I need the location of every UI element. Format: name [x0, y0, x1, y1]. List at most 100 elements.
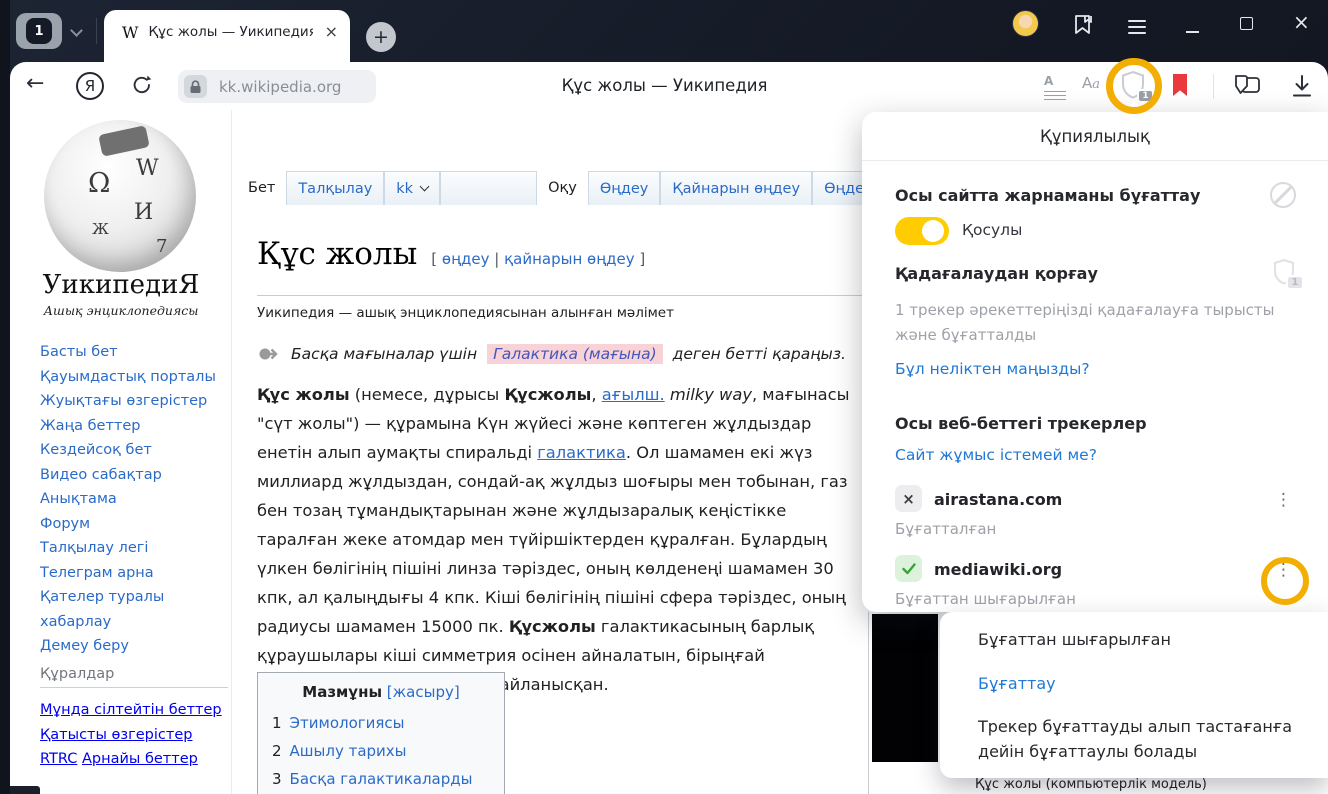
- tools-link-special-pages[interactable]: Арнайы беттер: [82, 751, 198, 767]
- tab-read[interactable]: Оқу: [537, 171, 588, 205]
- article-title: Құс жолы: [257, 236, 417, 272]
- toc-link[interactable]: Басқа галактикаларды ашу: [290, 765, 490, 794]
- sidebar-link-help[interactable]: Анықтама: [40, 487, 226, 512]
- chevron-down-icon: [420, 182, 430, 192]
- lock-icon[interactable]: [184, 75, 207, 98]
- tab-history-truncated[interactable]: Өңдел: [812, 171, 866, 205]
- hatnote-link-highlighted[interactable]: Галактика (мағына): [487, 344, 663, 364]
- tracker-menu-icon[interactable]: ⋮: [1275, 492, 1292, 509]
- tracker-domain: airastana.com: [934, 490, 1062, 509]
- tab-title: Құс жолы — Уикипедия: [148, 24, 313, 40]
- separator: |: [489, 250, 504, 268]
- bracket: ]: [635, 250, 646, 268]
- adblock-heading: Осы сайтта жарнаманы бұғаттау: [895, 186, 1200, 205]
- why-important-link[interactable]: Бұл неліктен маңызды?: [895, 360, 1090, 378]
- browser-tab-active[interactable]: W Құс жолы — Уикипедия ×: [104, 10, 350, 62]
- tab-talk[interactable]: Талқылау: [286, 171, 384, 205]
- globe-glyph: W: [136, 156, 159, 181]
- tracking-description: 1 трекер әрекеттеріңізді қадағалауға тыр…: [895, 298, 1303, 348]
- toc-item: 3 Басқа галактикаларды ашу: [272, 765, 490, 794]
- tracking-shield-icon: 1: [1272, 258, 1298, 288]
- tracking-heading: Қадағалаудан қорғау: [895, 264, 1098, 283]
- sidebar-link-video-lessons[interactable]: Видео сабақтар: [40, 463, 226, 488]
- edit-source-link[interactable]: қайнарын өңдеу: [504, 250, 635, 268]
- article-paragraph: Құс жолы (немесе, дұрысы Құсжолы, ағылш.…: [257, 380, 863, 699]
- toc-link[interactable]: Ашылу тарихы: [290, 737, 407, 765]
- tab-list-chevron-icon[interactable]: [70, 24, 83, 37]
- bookmarks-panel-icon[interactable]: [1072, 13, 1094, 37]
- tab-language-label: kk: [396, 181, 413, 197]
- infobox-border: [868, 612, 869, 794]
- panel-divider: [862, 160, 1328, 161]
- panel-title: Құпиялылық: [862, 127, 1328, 146]
- milky-way-image[interactable]: [872, 614, 938, 762]
- tools-link-rtrc[interactable]: RTRC: [40, 751, 77, 767]
- wikipedia-wordmark: УикипедиЯ: [10, 270, 232, 300]
- tab-close-icon[interactable]: ×: [325, 24, 338, 40]
- sidebar-link-discussion-feed[interactable]: Талқылау легі: [40, 536, 226, 561]
- new-tab-button[interactable]: +: [366, 22, 396, 52]
- sidebar-link-new-pages[interactable]: Жаңа беттер: [40, 414, 226, 439]
- address-bar[interactable]: kk.wikipedia.org: [178, 70, 376, 103]
- reload-button[interactable]: [130, 73, 154, 97]
- sidebar-link-main[interactable]: Басты бет: [40, 340, 226, 365]
- tab-language-selector[interactable]: kk: [384, 171, 440, 205]
- tab-edit[interactable]: Өңдеу: [588, 171, 661, 205]
- site-not-working-link[interactable]: Сайт жұмыс істемей ме?: [895, 446, 1097, 464]
- tab-page[interactable]: Бет: [237, 171, 286, 205]
- window-minimize-button[interactable]: [1186, 31, 1199, 33]
- window-close-button[interactable]: ×: [1293, 10, 1310, 34]
- toc-number: 3: [272, 765, 282, 794]
- sidebar-link-telegram[interactable]: Телеграм арна: [40, 561, 226, 586]
- edit-link[interactable]: өңдеу: [442, 250, 490, 268]
- bold-term: Құс жолы: [257, 385, 350, 404]
- sidebar-link-report-errors[interactable]: Қателер туралы хабарлау: [40, 585, 226, 634]
- hatnote: Басқа мағыналар үшін Галактика (мағына) …: [259, 344, 846, 364]
- tracker-context-menu: Бұғаттан шығарылған Бұғаттау Трекер бұға…: [940, 612, 1328, 778]
- back-button[interactable]: ←: [26, 71, 44, 96]
- tools-link-whatlinkshere[interactable]: Мұнда сілтейтін беттер: [40, 702, 222, 718]
- translate-b-glyph: a: [1092, 77, 1100, 92]
- tab-counter-button[interactable]: 1: [16, 13, 62, 49]
- tab-edit-source[interactable]: Қайнарын өңдеу: [660, 171, 812, 205]
- wiki-tools-nav: Мұнда сілтейтін беттер Қатысты өзгерісте…: [40, 698, 228, 772]
- sidebar-link-donate[interactable]: Демеу беру: [40, 634, 226, 659]
- bookmark-page-icon[interactable]: [1170, 72, 1190, 98]
- toc-hide-link[interactable]: [жасыру]: [387, 683, 460, 701]
- reader-mode-icon[interactable]: A: [1044, 74, 1066, 103]
- browser-menu-icon[interactable]: [1128, 16, 1146, 38]
- status-bubble-stub: [10, 786, 40, 794]
- toc-header: Мазмұны [жасыру]: [272, 683, 490, 701]
- table-of-contents: Мазмұны [жасыру] 1Этимологиясы 2Ашылу та…: [257, 672, 505, 794]
- toolbar-divider: [1213, 74, 1214, 99]
- title-edit-links: [ өңдеу | қайнарын өңдеу ]: [431, 250, 645, 268]
- translate-icon[interactable]: Aa: [1082, 74, 1100, 92]
- downloads-icon[interactable]: [1290, 73, 1314, 99]
- toc-number: 1: [272, 709, 282, 737]
- yandex-logo-icon[interactable]: Я: [76, 72, 104, 100]
- inline-link[interactable]: галактика: [537, 443, 626, 462]
- collections-icon[interactable]: [1232, 72, 1262, 100]
- tabstrip-divider: [96, 18, 97, 44]
- trackers-heading: Осы веб-беттегі трекерлер: [895, 414, 1147, 433]
- toc-link[interactable]: Этимологиясы: [290, 709, 405, 737]
- sidebar-link-forum[interactable]: Форум: [40, 512, 226, 537]
- tools-link-related-changes[interactable]: Қатысты өзгерістер: [40, 727, 192, 743]
- sidebar-link-random[interactable]: Кездейсоқ бет: [40, 438, 226, 463]
- menu-current-state[interactable]: Бұғаттан шығарылған: [978, 630, 1171, 649]
- toggle-knob: [922, 220, 944, 242]
- site-subtitle: Уикипедия — ашық энциклопедиясынан алынғ…: [257, 305, 674, 321]
- menu-block-action[interactable]: Бұғаттау: [978, 674, 1056, 693]
- page-title: Құс жолы — Уикипедия: [420, 76, 909, 95]
- window-maximize-button[interactable]: [1240, 17, 1253, 30]
- profile-avatar[interactable]: [1012, 10, 1039, 37]
- inline-link[interactable]: ағылш.: [602, 385, 665, 404]
- sidebar-link-recent-changes[interactable]: Жуықтағы өзгерістер: [40, 389, 226, 414]
- privacy-panel: Құпиялылық Осы сайтта жарнаманы бұғаттау…: [862, 112, 1328, 612]
- bold-term: Құсжолы: [504, 385, 591, 404]
- text: ,: [591, 385, 601, 404]
- sidebar-link-community[interactable]: Қауымдастық порталы: [40, 365, 226, 390]
- text: . Ол шамамен екі жүз миллиард жұлдыздан,…: [257, 443, 848, 636]
- x-glyph: ×: [902, 490, 915, 508]
- adblock-toggle[interactable]: [895, 217, 949, 245]
